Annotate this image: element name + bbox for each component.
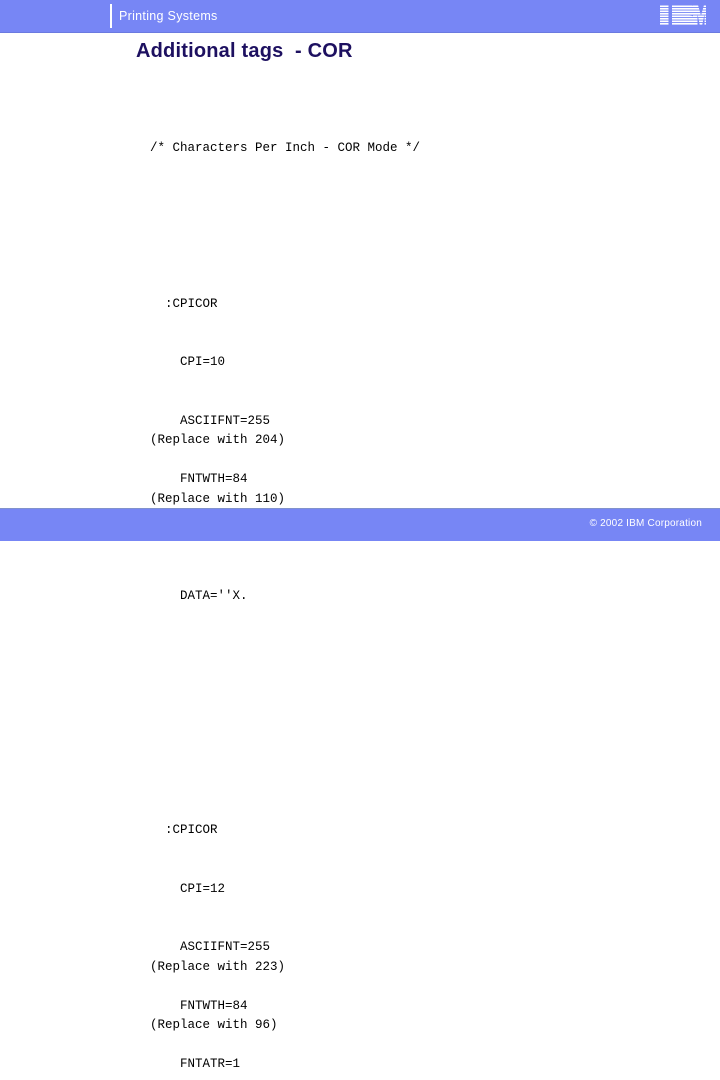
copyright-label: © 2002 IBM Corporation <box>589 518 702 529</box>
header-band: Printing Systems <box>0 0 720 33</box>
code-comment-text: /* Characters Per Inch - COR Mode */ <box>150 140 421 155</box>
header-accent-bar <box>110 4 112 28</box>
code-attribute-text: ASCIIFNT=255 <box>150 413 271 428</box>
code-tag-line: :CPICOR <box>120 802 326 837</box>
code-attribute-line: ASCIIFNT=255 (Replace with 223) <box>120 919 326 974</box>
code-annotation-text: (Replace with 204) <box>150 433 286 447</box>
code-attribute-line: DATA=''X. <box>120 568 326 603</box>
product-name-label: Printing Systems <box>119 9 218 23</box>
code-annotation-text: (Replace with 110) <box>150 491 286 506</box>
code-attribute-text: ASCIIFNT=255 <box>150 940 271 954</box>
code-annotation-text: (Replace with 96) <box>150 1018 278 1032</box>
code-tag-text: :CPICOR <box>150 296 218 311</box>
code-tag-text: :CPICOR <box>150 823 218 837</box>
code-attribute-line: CPI=12 <box>120 860 326 896</box>
code-attribute-text: FNTWTH=84 <box>150 472 248 486</box>
code-attribute-text: CPI=12 <box>150 881 226 896</box>
code-attribute-text: FNTATR=1 <box>150 1057 241 1071</box>
code-attribute-line: FNTWTH=84 (Replace with 96) <box>120 977 326 1033</box>
code-attribute-line: ASCIIFNT=255 (Replace with 204) <box>120 392 326 448</box>
code-annotation-text: (Replace with 223) <box>150 959 286 974</box>
code-attribute-text: FNTWTH=84 <box>150 998 248 1013</box>
code-attribute-line: CPI=10 <box>120 334 326 369</box>
code-attribute-text: DATA=''X. <box>150 589 248 603</box>
footer-band: © 2002 IBM Corporation <box>0 508 720 541</box>
code-listing: /* Characters Per Inch - COR Mode */ :CP… <box>120 80 420 1080</box>
page-title: Additional tags - COR <box>136 40 353 62</box>
code-tag-line: :CPICOR <box>120 275 326 311</box>
code-attribute-line: FNTWTH=84 (Replace with 110) <box>120 451 326 506</box>
code-comment-line: /* Characters Per Inch - COR Mode */ <box>120 119 420 155</box>
ibm-logo <box>660 5 709 26</box>
code-attribute-line: FNTATR=1 <box>120 1036 326 1071</box>
code-attribute-text: CPI=10 <box>150 355 226 369</box>
